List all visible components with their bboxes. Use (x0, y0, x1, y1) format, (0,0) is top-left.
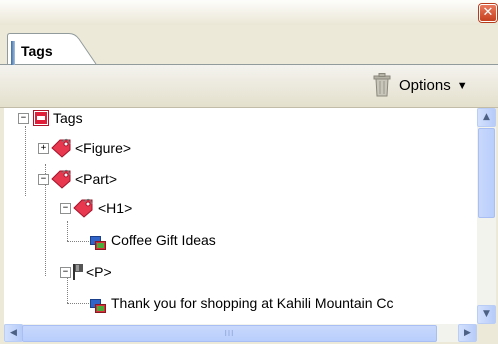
options-label: Options (399, 77, 451, 94)
tree-node-label: <H1> (98, 200, 133, 216)
horizontal-scroll-thumb[interactable]: III (22, 325, 437, 342)
tree-node-label: Coffee Gift Ideas (111, 232, 216, 248)
scroll-left-button[interactable]: ◀ (4, 324, 23, 342)
tag-icon (50, 169, 72, 196)
scroll-down-button[interactable]: ▼ (477, 305, 496, 324)
tree-node-label: <Part> (75, 171, 118, 187)
expand-toggle[interactable]: + (38, 143, 49, 154)
tags-tree: − Tags + <Figure> − <Part> − <H1> Coffee… (4, 108, 477, 324)
toolbar: Options ▼ (0, 65, 498, 108)
collapse-toggle[interactable]: − (60, 203, 71, 214)
tree-connector (67, 241, 89, 242)
tab-strip: Tags (0, 25, 498, 65)
tree-node-label: <P> (86, 264, 112, 280)
horizontal-scrollbar[interactable]: ◀ III ▶ (4, 324, 477, 342)
tree-node-label: Tags (53, 110, 83, 126)
collapse-toggle[interactable]: − (38, 174, 49, 185)
tree-node-label: <Figure> (75, 140, 132, 156)
chevron-down-icon: ▼ (456, 80, 468, 92)
collapse-toggle[interactable]: − (60, 267, 71, 278)
content-icon (90, 296, 106, 320)
tree-connector (67, 303, 89, 304)
tab-grip (11, 41, 15, 65)
options-button[interactable]: Options ▼ (399, 76, 468, 96)
scroll-right-button[interactable]: ▶ (458, 324, 477, 342)
collapse-toggle[interactable]: − (18, 113, 29, 124)
vertical-scroll-thumb[interactable] (478, 128, 495, 218)
tree-connector (67, 221, 68, 241)
tag-icon (72, 198, 94, 225)
tab-label: Tags (21, 43, 53, 59)
tree-connector (67, 276, 68, 303)
scroll-up-button[interactable]: ▲ (477, 108, 496, 127)
tree-connector (25, 126, 26, 196)
close-button[interactable]: ✕ (479, 4, 497, 22)
trash-icon[interactable] (373, 73, 391, 100)
tree-node-label: Thank you for shopping at Kahili Mountai… (111, 295, 394, 311)
paragraph-flag-icon (72, 263, 84, 288)
vertical-scrollbar[interactable]: ▲ ▼ (477, 108, 496, 324)
content-icon (90, 233, 106, 257)
tags-root-icon (33, 109, 49, 133)
title-bar: ✕ (0, 0, 498, 25)
tag-icon (50, 138, 72, 165)
scrollbar-corner (477, 324, 496, 342)
